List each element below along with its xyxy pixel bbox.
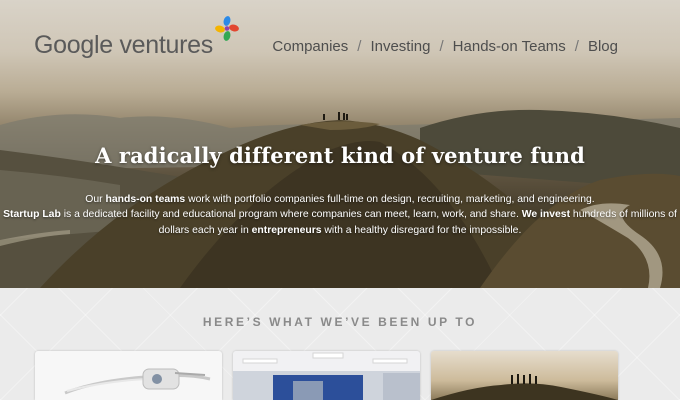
update-card-glass[interactable]	[35, 351, 222, 400]
nav-item-investing[interactable]: Investing	[370, 38, 430, 55]
intro-text-segment: work with portfolio companies full-time …	[185, 194, 595, 205]
intro-bold-segment: We invest	[521, 209, 571, 221]
nav-item-companies[interactable]: Companies	[272, 38, 348, 55]
intro-text-segment: with a healthy disregard for the impossi…	[321, 224, 522, 236]
glass-headset-image	[64, 368, 211, 395]
update-card-office[interactable]	[233, 351, 420, 400]
nav-item-hands-on-teams[interactable]: Hands-on Teams	[453, 38, 566, 55]
hero-headline: A radically different kind of venture fu…	[95, 143, 585, 168]
update-card-hilltop[interactable]	[431, 351, 618, 400]
hilltop-people-image	[431, 374, 618, 400]
intro-bold-segment: entrepreneurs	[251, 224, 322, 236]
nav-item-blog[interactable]: Blog	[588, 38, 618, 55]
office-interior-image	[233, 351, 420, 400]
nav-separator: /	[574, 38, 579, 55]
intro-bold-segment: Startup Lab	[3, 209, 61, 221]
main-nav: Companies / Investing / Hands-on Teams /…	[272, 38, 618, 55]
intro-bold-segment: hands-on teams	[105, 194, 186, 205]
intro-text-segment: is a dedicated facility and educational …	[60, 209, 522, 221]
nav-separator: /	[357, 38, 362, 55]
logo-wordmark: Google ventures	[34, 31, 213, 59]
nav-separator: /	[439, 38, 444, 55]
hero-banner: Google ventures Companies / Investing / …	[0, 0, 680, 288]
google-ventures-logo[interactable]: Google ventures	[34, 16, 239, 62]
updates-section: HERE’S WHAT WE’VE BEEN UP TO	[0, 288, 680, 400]
hero-intro-text: Our hands-on teams work with portfolio c…	[0, 192, 680, 238]
updates-title: HERE’S WHAT WE’VE BEEN UP TO	[202, 315, 478, 329]
logo-cross-icon	[215, 16, 239, 41]
intro-text-segment: Our	[85, 194, 106, 205]
